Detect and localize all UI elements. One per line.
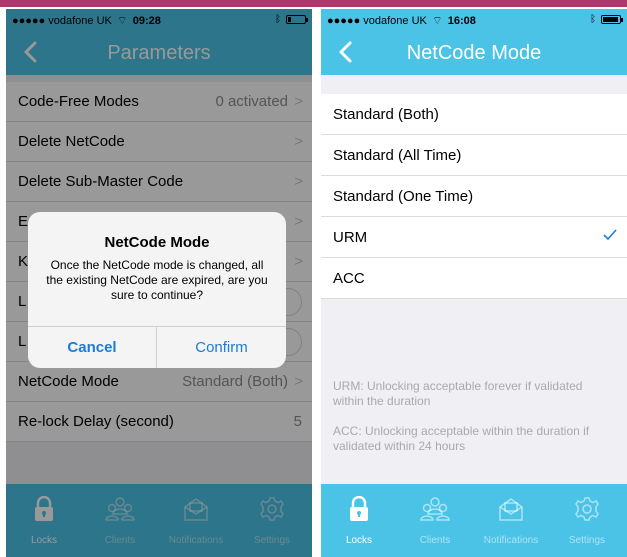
dialog-title: NetCode Mode xyxy=(104,234,210,251)
clock-label: 16:08 xyxy=(447,15,476,27)
note-urm: URM: Unlocking acceptable forever if val… xyxy=(333,379,583,408)
tab-label: Notifications xyxy=(483,535,539,546)
lock-icon xyxy=(350,496,368,521)
envelope-icon xyxy=(499,498,523,521)
option-label: ACC xyxy=(333,270,365,287)
mode-options-list: Standard (Both) Standard (All Time) Stan… xyxy=(321,94,627,299)
netcode-mode-screen: ●●●●● vodafone UK ⌔ 16:08 ᛒ NetCode Mode… xyxy=(321,9,627,557)
tab-settings[interactable]: Settings xyxy=(549,484,625,557)
bluetooth-icon: ᛒ xyxy=(590,14,596,25)
mode-descriptions: URM: Unlocking acceptable forever if val… xyxy=(333,379,615,469)
option-label: Standard (All Time) xyxy=(333,147,462,164)
cancel-button[interactable]: Cancel xyxy=(28,327,157,368)
tab-label: Clients xyxy=(419,535,451,546)
users-icon xyxy=(420,497,450,521)
parameters-screen: ●●●●● vodafone UK ⌔ 09:28 ᛒ Parameters C… xyxy=(6,9,312,557)
option-label: URM xyxy=(333,229,368,246)
option-acc[interactable]: ACC xyxy=(321,258,627,299)
checkmark-icon xyxy=(603,229,617,241)
confirm-dialog: NetCode Mode Once the NetCode mode is ch… xyxy=(28,212,286,368)
tab-notifications[interactable]: Notifications xyxy=(473,484,549,557)
option-standard-one-time[interactable]: Standard (One Time) xyxy=(321,176,627,217)
option-standard-all-time[interactable]: Standard (All Time) xyxy=(321,135,627,176)
dialog-message: Once the NetCode mode is changed, all th… xyxy=(46,258,268,302)
page-title: NetCode Mode xyxy=(406,42,542,64)
top-accent-strip xyxy=(0,0,627,7)
tab-label: Settings xyxy=(568,535,606,546)
battery-icon xyxy=(601,15,623,24)
gear-icon xyxy=(575,497,599,521)
tab-label: Locks xyxy=(345,535,373,546)
carrier-label: ●●●●● vodafone UK xyxy=(327,15,427,27)
tab-bar: Locks Clients Notifications Settings xyxy=(321,484,627,557)
option-urm[interactable]: URM xyxy=(321,217,627,258)
status-bar: ●●●●● vodafone UK ⌔ 16:08 ᛒ xyxy=(321,9,627,31)
note-acc: ACC: Unlocking acceptable within the dur… xyxy=(333,424,590,453)
option-label: Standard (Both) xyxy=(333,106,439,123)
option-standard-both[interactable]: Standard (Both) xyxy=(321,94,627,135)
wifi-icon: ⌔ xyxy=(429,15,445,27)
tab-locks[interactable]: Locks xyxy=(321,484,397,557)
dialog-buttons: Cancel Confirm xyxy=(28,326,286,368)
confirm-button[interactable]: Confirm xyxy=(157,327,286,368)
nav-bar: ●●●●● vodafone UK ⌔ 16:08 ᛒ NetCode Mode xyxy=(321,9,627,75)
option-label: Standard (One Time) xyxy=(333,188,474,205)
tab-clients[interactable]: Clients xyxy=(397,484,473,557)
